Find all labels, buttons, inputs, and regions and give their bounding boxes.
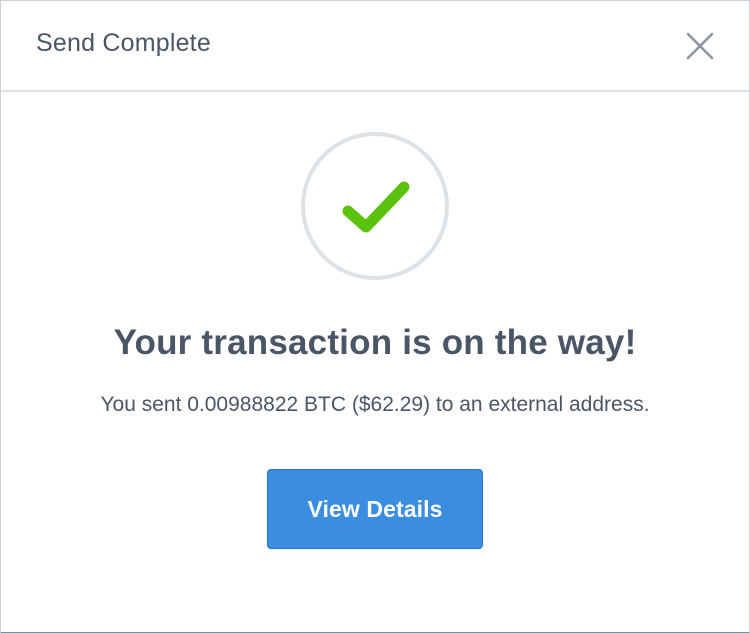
close-button[interactable] — [683, 29, 717, 63]
status-headline: Your transaction is on the way! — [113, 323, 637, 362]
close-icon — [686, 32, 714, 60]
checkmark-icon — [342, 181, 410, 233]
view-details-button[interactable]: View Details — [267, 469, 483, 549]
success-ring — [301, 132, 449, 280]
success-status-icon — [300, 131, 450, 281]
send-complete-dialog: Send Complete Your transaction is on the… — [0, 0, 750, 633]
dialog-title: Send Complete — [36, 29, 211, 57]
status-message: You sent 0.00988822 BTC ($62.29) to an e… — [100, 393, 650, 416]
dialog-header: Send Complete — [1, 1, 749, 92]
